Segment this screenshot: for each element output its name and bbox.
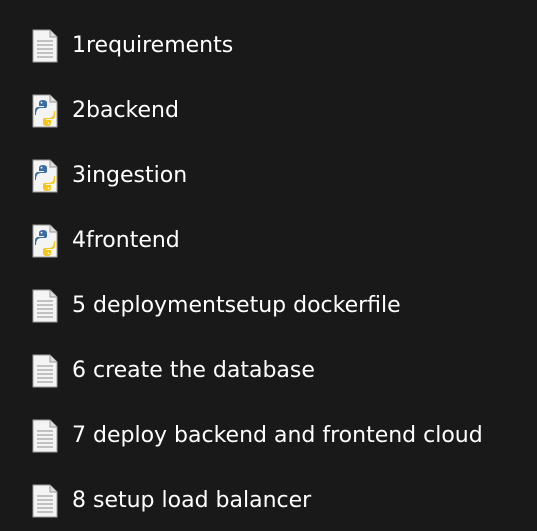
file-name: 1requirements bbox=[72, 33, 234, 58]
file-item-1requirements[interactable]: 1requirements bbox=[0, 16, 537, 76]
text-file-icon bbox=[30, 484, 60, 518]
file-name: 2backend bbox=[72, 98, 179, 123]
file-item-3ingestion[interactable]: 3ingestion bbox=[0, 146, 537, 206]
text-file-icon bbox=[30, 419, 60, 453]
python-file-icon bbox=[30, 159, 60, 193]
file-item-8-setup-load-balancer[interactable]: 8 setup load balancer bbox=[0, 471, 537, 531]
text-file-icon bbox=[30, 289, 60, 323]
file-name: 5 deploymentsetup dockerfile bbox=[72, 293, 401, 318]
file-name: 7 deploy backend and frontend cloud bbox=[72, 423, 483, 448]
file-item-7-deploy-backend-and-frontend-cloud[interactable]: 7 deploy backend and frontend cloud bbox=[0, 406, 537, 466]
file-item-5-deploymentsetup-dockerfile[interactable]: 5 deploymentsetup dockerfile bbox=[0, 276, 537, 336]
file-item-2backend[interactable]: 2backend bbox=[0, 81, 537, 141]
file-name: 3ingestion bbox=[72, 163, 188, 188]
python-file-icon bbox=[30, 94, 60, 128]
file-name: 6 create the database bbox=[72, 358, 315, 383]
file-list: 1requirements 2backend 3ingestion 4front… bbox=[0, 0, 537, 531]
text-file-icon bbox=[30, 29, 60, 63]
text-file-icon bbox=[30, 354, 60, 388]
python-file-icon bbox=[30, 224, 60, 258]
file-item-6-create-the-database[interactable]: 6 create the database bbox=[0, 341, 537, 401]
file-name: 8 setup load balancer bbox=[72, 488, 312, 513]
file-name: 4frontend bbox=[72, 228, 180, 253]
file-item-4frontend[interactable]: 4frontend bbox=[0, 211, 537, 271]
